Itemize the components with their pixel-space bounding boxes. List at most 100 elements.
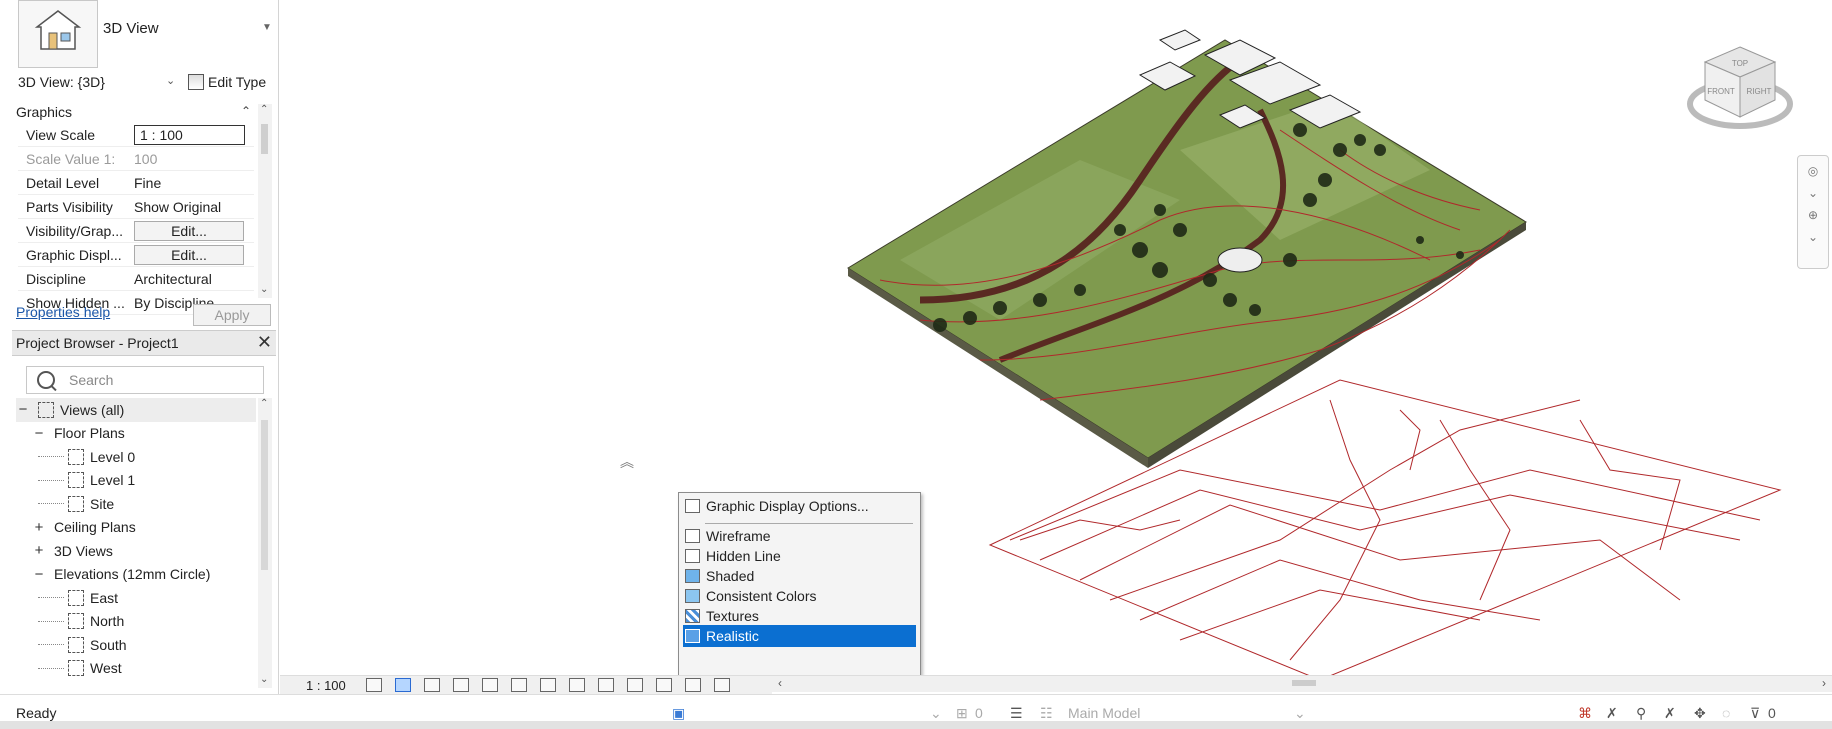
editable-only-icon[interactable]: ⊞: [956, 705, 968, 722]
collapse-icon[interactable]: −: [32, 425, 46, 442]
tree-item[interactable]: South: [16, 633, 256, 657]
tree-item[interactable]: − Floor Plans: [16, 422, 256, 446]
steering-wheel-icon[interactable]: ◎: [1798, 164, 1828, 178]
property-value-text[interactable]: Show Original: [134, 199, 221, 215]
search-input[interactable]: Search: [26, 366, 264, 394]
reveal-constraints-icon[interactable]: [685, 678, 701, 692]
browser-scrollbar[interactable]: ⌃ ⌄: [258, 398, 272, 688]
tree-item[interactable]: Level 0: [16, 445, 256, 469]
sun-path-icon[interactable]: [424, 678, 440, 692]
show-crop-region-icon[interactable]: [540, 678, 556, 692]
select-underlay-icon[interactable]: ✗: [1606, 705, 1618, 722]
select-pinned-icon[interactable]: ⚲: [1636, 705, 1646, 722]
graphics-group-header[interactable]: Graphics: [16, 104, 254, 124]
select-by-face-icon[interactable]: ✗: [1664, 705, 1676, 722]
site-model-drawing[interactable]: [280, 0, 1832, 676]
worksets-icon[interactable]: ▣: [672, 705, 685, 722]
menu-item-shaded[interactable]: Shaded: [683, 565, 916, 587]
analytical-model-icon[interactable]: [714, 678, 730, 692]
chevron-down-icon[interactable]: ⌄: [930, 705, 942, 722]
chevron-down-icon[interactable]: ⌄: [1294, 705, 1306, 722]
scroll-left-icon[interactable]: ‹: [778, 676, 782, 690]
lock-3d-view-icon[interactable]: [569, 678, 585, 692]
menu-item-textures[interactable]: Textures: [683, 605, 916, 627]
close-icon[interactable]: ✕: [257, 332, 272, 353]
edit-button[interactable]: Edit...: [134, 244, 244, 265]
drag-elements-icon[interactable]: ✥: [1694, 705, 1706, 722]
collapse-icon[interactable]: −: [32, 566, 46, 583]
scroll-down-icon[interactable]: ⌄: [260, 284, 268, 295]
background-process-icon[interactable]: ◌: [1722, 705, 1730, 721]
property-value[interactable]: Fine: [130, 175, 254, 191]
scroll-thumb[interactable]: [1292, 680, 1316, 686]
menu-item-realistic[interactable]: Realistic: [683, 625, 916, 647]
scroll-down-icon[interactable]: ⌄: [260, 674, 268, 685]
worksharing-display-icon[interactable]: [656, 678, 672, 692]
type-dropdown-icon[interactable]: ▼: [262, 22, 272, 33]
expand-icon[interactable]: +: [32, 519, 46, 536]
tree-item[interactable]: − Elevations (12mm Circle): [16, 563, 256, 587]
scroll-thumb[interactable]: [261, 420, 268, 570]
view-cube[interactable]: TOP FRONT RIGHT: [1685, 42, 1795, 145]
navigation-bar[interactable]: ◎ ⌄ ⊕ ⌄: [1797, 155, 1829, 269]
chevron-down-icon[interactable]: ⌄: [1798, 230, 1828, 244]
property-value-text[interactable]: Fine: [134, 175, 161, 191]
view-instance-selector[interactable]: 3D View: {3D}: [18, 74, 105, 90]
tree-item[interactable]: − Views (all): [16, 398, 256, 422]
tree-item[interactable]: North: [16, 610, 256, 634]
scroll-up-icon[interactable]: ⌃: [260, 398, 268, 409]
view-cube-top[interactable]: TOP: [1732, 59, 1748, 68]
tree-item[interactable]: +3D Views: [16, 539, 256, 563]
property-value[interactable]: Edit...: [130, 220, 254, 241]
property-value[interactable]: Edit...: [130, 244, 254, 265]
search-placeholder: Search: [69, 372, 114, 388]
expand-icon[interactable]: +: [32, 542, 46, 559]
temporary-hide-icon[interactable]: [598, 678, 614, 692]
edit-button[interactable]: Edit...: [134, 220, 244, 241]
shadows-icon[interactable]: [453, 678, 469, 692]
view-cube-right[interactable]: RIGHT: [1747, 87, 1772, 96]
scroll-up-icon[interactable]: ⌃: [260, 104, 268, 115]
rendering-dialog-icon[interactable]: [482, 678, 498, 692]
type-selector-thumbnail[interactable]: [18, 0, 98, 68]
apply-button[interactable]: Apply: [193, 304, 271, 326]
properties-scrollbar[interactable]: ⌃ ⌄: [258, 104, 272, 298]
reveal-hidden-icon[interactable]: [627, 678, 643, 692]
collapse-toolbar-icon[interactable]: ︽: [620, 452, 634, 472]
filter-icon[interactable]: ⊽: [1750, 705, 1760, 722]
menu-item-hidden-line[interactable]: Hidden Line: [683, 545, 916, 567]
chevron-down-icon[interactable]: ⌄: [166, 74, 175, 87]
3d-viewport[interactable]: TOP FRONT RIGHT ◎ ⌄ ⊕ ⌄ ︽ Graphic Displa…: [280, 0, 1832, 676]
collapse-icon[interactable]: ⌃: [241, 104, 251, 118]
view-cube-front[interactable]: FRONT: [1707, 87, 1735, 96]
tree-item[interactable]: Site: [16, 492, 256, 516]
viewport-horizontal-scrollbar[interactable]: ‹ ›: [772, 675, 1832, 692]
property-value-text[interactable]: Architectural: [134, 271, 212, 287]
design-options-icon[interactable]: ☰: [1010, 705, 1023, 722]
active-design-option[interactable]: Main Model: [1068, 705, 1140, 721]
tree-item[interactable]: Level 1: [16, 469, 256, 493]
view-scale-field[interactable]: 1 : 100: [134, 124, 245, 145]
property-value[interactable]: Show Original: [130, 199, 254, 215]
edit-type-button[interactable]: Edit Type: [188, 74, 266, 90]
scroll-thumb[interactable]: [261, 124, 268, 154]
design-option-icon[interactable]: ☷: [1040, 705, 1053, 722]
collapse-icon[interactable]: −: [16, 401, 30, 418]
chevron-down-icon[interactable]: ⌄: [1798, 186, 1828, 200]
property-value[interactable]: Architectural: [130, 271, 254, 287]
crop-view-icon[interactable]: [511, 678, 527, 692]
scroll-right-icon[interactable]: ›: [1822, 676, 1826, 690]
menu-item-graphic-display-options[interactable]: Graphic Display Options...: [683, 495, 916, 517]
menu-item-consistent-colors[interactable]: Consistent Colors: [683, 585, 916, 607]
tree-item[interactable]: East: [16, 586, 256, 610]
property-value[interactable]: 1 : 100: [130, 124, 254, 145]
properties-help-link[interactable]: Properties help: [16, 304, 110, 320]
view-scale-control[interactable]: 1 : 100: [306, 678, 366, 693]
zoom-icon[interactable]: ⊕: [1798, 208, 1828, 222]
tree-item[interactable]: + Ceiling Plans: [16, 516, 256, 540]
tree-item[interactable]: West: [16, 657, 256, 681]
select-links-icon[interactable]: ⌘: [1578, 705, 1592, 722]
detail-level-icon[interactable]: [366, 678, 382, 692]
menu-item-wireframe[interactable]: Wireframe: [683, 525, 916, 547]
visual-style-icon[interactable]: [395, 678, 411, 692]
